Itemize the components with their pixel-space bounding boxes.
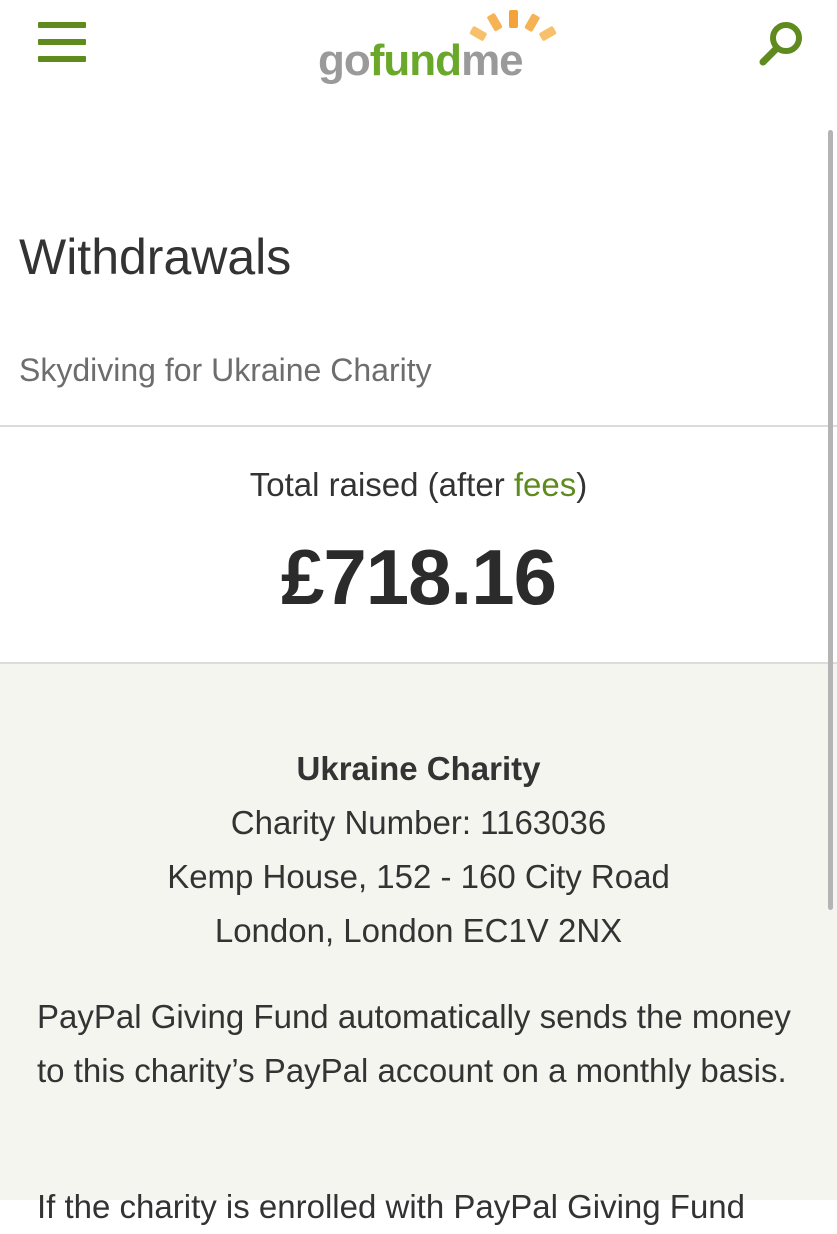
gofundme-logo[interactable]: gofundme xyxy=(318,8,568,88)
divider xyxy=(0,425,837,427)
logo-wordmark: gofundme xyxy=(318,36,524,85)
paypal-description: PayPal Giving Fund automatically sends t… xyxy=(37,998,791,1089)
header: gofundme xyxy=(0,0,837,100)
page-title: Withdrawals xyxy=(19,229,292,285)
charity-address-line1: Kemp House, 152 - 160 City Road xyxy=(167,858,670,895)
campaign-name: Skydiving for Ukraine Charity xyxy=(19,352,432,388)
hamburger-menu-icon[interactable] xyxy=(38,22,88,62)
partial-description: If the charity is enrolled with PayPal G… xyxy=(37,1188,746,1225)
charity-section: Ukraine Charity Charity Number: 1163036 … xyxy=(0,664,837,1225)
total-label-suffix: ) xyxy=(576,466,588,503)
charity-number: Charity Number: 1163036 xyxy=(230,804,607,841)
charity-address-line2: London, London EC1V 2NX xyxy=(214,912,623,949)
charity-info: Ukraine Charity Charity Number: 1163036 … xyxy=(0,742,837,958)
total-raised-label: Total raised (after fees) xyxy=(0,466,837,504)
charity-name: Ukraine Charity xyxy=(296,750,541,787)
search-icon[interactable] xyxy=(756,18,808,70)
scrollbar[interactable] xyxy=(828,130,833,910)
total-label-prefix: Total raised (after xyxy=(249,466,514,503)
total-raised-amount: £718.16 xyxy=(281,533,557,621)
fees-link[interactable]: fees xyxy=(514,466,576,503)
